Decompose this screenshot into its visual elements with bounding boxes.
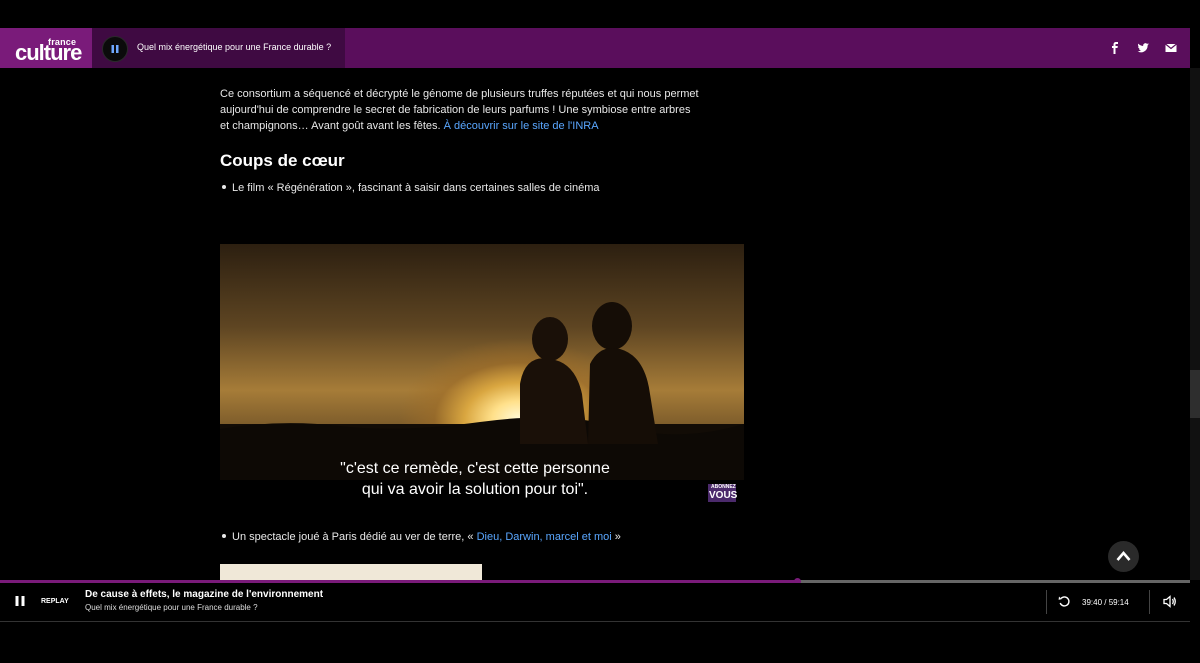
video-subtitle-line1: "c'est ce remède, c'est cette personne <box>340 460 610 477</box>
facebook-icon[interactable] <box>1108 41 1122 55</box>
top-bar: france culture Quel mix énergétique pour… <box>0 28 1190 68</box>
rewind-icon[interactable] <box>1058 595 1071 608</box>
playback-time: 39:40 / 59:14 <box>1082 598 1129 607</box>
bullet-icon <box>222 185 226 189</box>
list-item-text: Le film « Régénération », fascinant à sa… <box>232 182 600 194</box>
video-player[interactable] <box>220 244 744 480</box>
email-icon[interactable] <box>1164 41 1178 55</box>
header-pause-button[interactable] <box>102 36 128 62</box>
section-heading: Coups de cœur <box>220 151 345 170</box>
volume-icon[interactable] <box>1163 595 1177 608</box>
pause-button[interactable] <box>14 595 26 607</box>
list-item: Le film « Régénération », fascinant à sa… <box>220 182 599 194</box>
list-item: Un spectacle joué à Paris dédié au ver d… <box>220 531 621 543</box>
chevron-up-icon <box>1116 551 1131 561</box>
abonnez-vous-badge: ABONNEZ VOUS <box>708 484 738 502</box>
pause-icon <box>111 45 119 53</box>
spectacle-link[interactable]: Dieu, Darwin, marcel et moi <box>477 531 612 543</box>
bullet-icon <box>222 534 226 538</box>
divider <box>1149 590 1150 614</box>
now-playing-title: Quel mix énergétique pour une France dur… <box>137 42 332 52</box>
logo-text-big: culture <box>15 40 82 65</box>
list-item-suffix: » <box>611 531 621 543</box>
divider <box>1046 590 1047 614</box>
list-item-prefix: Un spectacle joué à Paris dédié au ver d… <box>232 531 477 543</box>
france-culture-logo[interactable]: france culture <box>0 28 92 68</box>
article-image <box>220 564 482 580</box>
silhouette-figures <box>220 302 744 480</box>
article-paragraph: Ce consortium a séquencé et décrypté le … <box>220 86 700 134</box>
audio-player-bar: REPLAY De cause à effets, le magazine de… <box>0 583 1190 622</box>
show-title: De cause à effets, le magazine de l'envi… <box>85 589 324 600</box>
inra-link[interactable]: À découvrir sur le site de l'INRA <box>444 120 599 132</box>
scrollbar-thumb[interactable] <box>1190 370 1200 418</box>
twitter-icon[interactable] <box>1136 41 1150 55</box>
replay-label: REPLAY <box>41 598 69 605</box>
now-playing: Quel mix énergétique pour une France dur… <box>92 28 345 68</box>
video-subtitle-line2: qui va avoir la solution pour toi". <box>361 481 589 498</box>
article-paragraph-block: Ce consortium a séquencé et décrypté le … <box>220 86 700 134</box>
scrollbar-track[interactable] <box>1190 68 1200 580</box>
episode-title: Quel mix énergétique pour une France dur… <box>85 603 258 612</box>
badge-text-big: VOUS <box>709 490 738 501</box>
scroll-to-top-button[interactable] <box>1108 541 1139 572</box>
